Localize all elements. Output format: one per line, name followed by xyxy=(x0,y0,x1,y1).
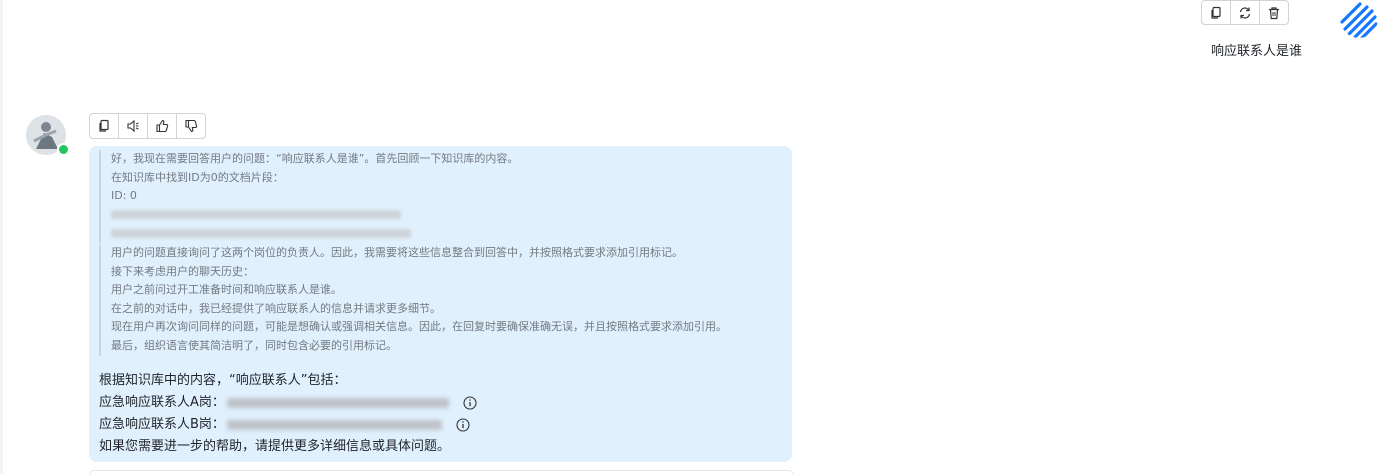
left-edge-divider xyxy=(0,0,3,474)
thinking-line: 用户的问题直接询问了这两个岗位的负责人。因此，我需要将这些信息整合到回答中，并按… xyxy=(111,246,683,259)
copy-button[interactable] xyxy=(1202,1,1231,24)
thinking-line: 在知识库中找到ID为0的文档片段： xyxy=(111,170,284,184)
thinking-line: 最后，组织语言使其简洁明了，同时包含必要的引用标记。 xyxy=(111,338,397,352)
answer-intro: 根据知识库中的内容，“响应联系人”包括： xyxy=(99,373,347,388)
redacted-line xyxy=(111,206,801,225)
read-aloud-button[interactable] xyxy=(119,114,148,138)
citation-info-icon[interactable] xyxy=(463,396,477,410)
user-message: 响应联系人是谁 xyxy=(1211,44,1303,59)
redacted-contact-b xyxy=(226,420,442,430)
thinking-block: 好，我现在需要回答用户的问题：“响应联系人是谁”。首先回顾一下知识库的内容。 在… xyxy=(99,150,801,243)
answer-line-b: 应急响应联系人B岗： xyxy=(99,414,477,436)
thumbs-down-button[interactable] xyxy=(177,114,205,138)
thinking-line: ID: 0 xyxy=(111,189,137,203)
answer-text: 根据知识库中的内容，“响应联系人”包括： 应急响应联系人A岗： 应急响应联系人B… xyxy=(99,370,477,458)
regenerate-button[interactable] xyxy=(1231,1,1260,24)
online-status-dot xyxy=(57,143,70,156)
citation-info-icon[interactable] xyxy=(456,418,470,432)
contact-b-label: 应急响应联系人B岗： xyxy=(99,417,225,432)
thinking-line: 用户之前问过开工准备时间和响应联系人是谁。 xyxy=(111,283,342,297)
answer-closing: 如果您需要进一步的帮助，请提供更多详细信息或具体问题。 xyxy=(99,439,451,454)
redacted-line xyxy=(111,224,801,243)
thumbs-up-button[interactable] xyxy=(148,114,177,138)
refresh-icon xyxy=(1239,6,1251,19)
copy-icon xyxy=(1211,6,1221,19)
answer-line-a: 应急响应联系人A岗： xyxy=(99,392,477,414)
bot-message-bubble: 好，我现在需要回答用户的问题：“响应联系人是谁”。首先回顾一下知识库的内容。 在… xyxy=(89,146,792,462)
thinking-line: 在之前的对话中，我已经提供了响应联系人的信息并请求更多细节。 xyxy=(111,301,441,315)
thumbs-up-icon xyxy=(156,119,169,133)
contact-a-label: 应急响应联系人A岗： xyxy=(99,395,225,410)
thinking-line: 接下来考虑用户的聊天历史： xyxy=(111,264,254,278)
thinking-line: 好，我现在需要回答用户的问题：“响应联系人是谁”。首先回顾一下知识库的内容。 xyxy=(111,152,519,165)
thumbs-down-icon xyxy=(185,119,198,133)
copy-button[interactable] xyxy=(90,114,119,138)
speaker-icon xyxy=(127,119,139,133)
bot-message-toolbar xyxy=(89,113,206,139)
thinking-line: 现在用户再次询问同样的问题，可能是想确认或强调相关信息。因此，在回复时要确保准确… xyxy=(111,320,727,334)
trash-icon xyxy=(1269,6,1279,19)
user-message-toolbar xyxy=(1201,0,1289,25)
user-avatar xyxy=(1340,2,1378,38)
delete-button[interactable] xyxy=(1260,1,1288,24)
next-message-edge xyxy=(89,470,794,475)
copy-icon xyxy=(99,119,109,132)
redacted-contact-a xyxy=(226,398,449,408)
thinking-block: 用户的问题直接询问了这两个岗位的负责人。因此，我需要将这些信息整合到回答中，并按… xyxy=(99,244,801,356)
